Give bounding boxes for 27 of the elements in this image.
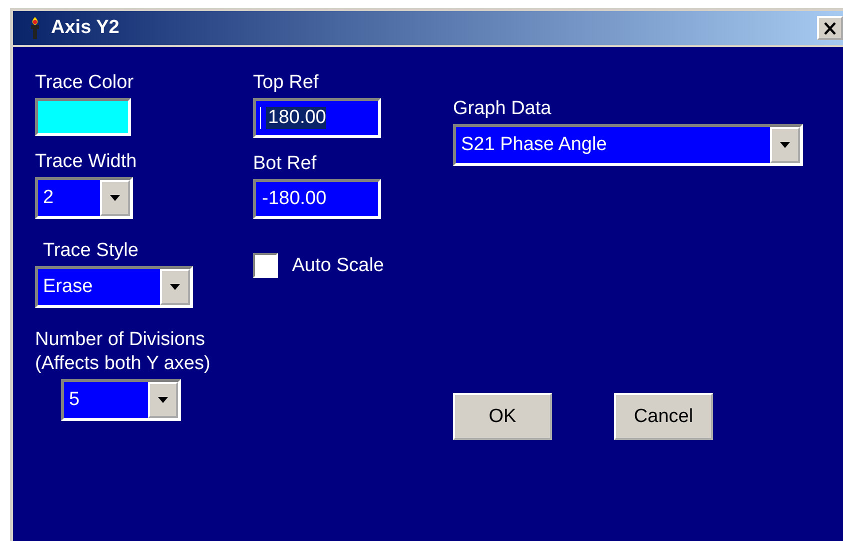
field-label: Bot Ref	[253, 152, 316, 176]
divisions-dropdown[interactable]: 5	[61, 379, 181, 421]
field-label: Top Ref	[253, 71, 318, 95]
window-title: Axis Y2	[51, 17, 120, 39]
bot-ref-field[interactable]: -180.00	[253, 179, 381, 219]
caret-icon	[110, 195, 120, 201]
caret-icon	[780, 142, 790, 148]
field-label: Number of Divisions	[35, 328, 205, 352]
checkbox[interactable]	[253, 253, 278, 278]
caret-icon	[158, 397, 168, 403]
torch-icon	[29, 16, 41, 40]
width-dropdown[interactable]: 2	[35, 177, 133, 219]
top-ref-field[interactable]: 180.00	[253, 98, 381, 138]
graph-data-dropdown[interactable]: S21 Phase Angle	[453, 124, 803, 166]
style-dropdown[interactable]: Erase	[35, 266, 193, 308]
field-label: Graph Data	[453, 97, 552, 121]
checkbox-label: Auto Scale	[292, 254, 384, 278]
color-swatch[interactable]	[35, 98, 131, 136]
cancel-button[interactable]: Cancel	[614, 393, 713, 440]
caret-icon	[170, 284, 180, 290]
field-label: Trace Color	[35, 71, 134, 95]
close-button[interactable]	[817, 16, 843, 40]
field-label: Trace Width	[35, 150, 137, 174]
field-label: Trace Style	[43, 239, 138, 263]
ok-button[interactable]: OK	[453, 393, 552, 440]
field-note: (Affects both Y axes)	[35, 352, 210, 376]
close-icon	[823, 22, 837, 34]
